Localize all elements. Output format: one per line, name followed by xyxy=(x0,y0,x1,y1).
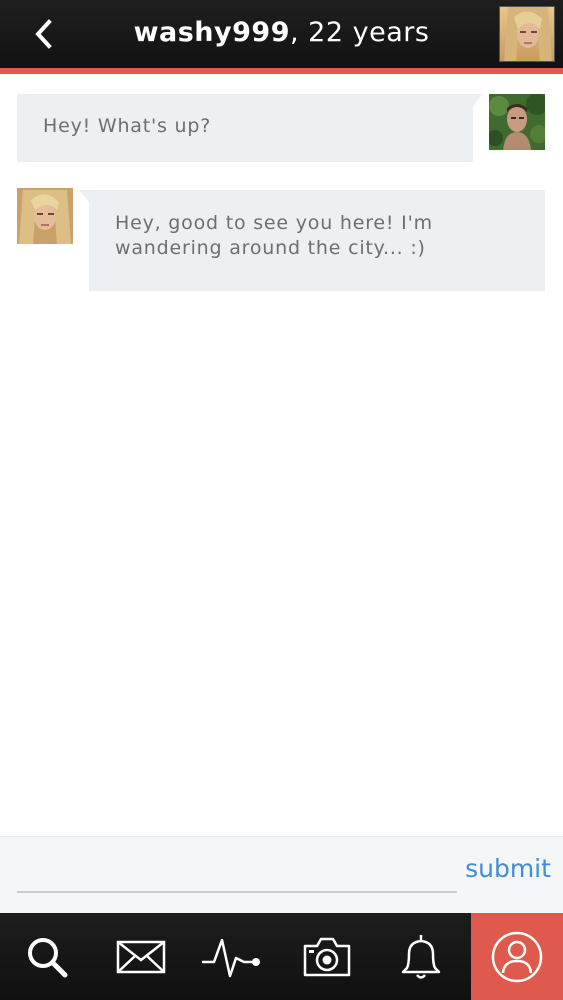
nav-profile[interactable] xyxy=(471,913,563,1000)
nav-activity[interactable] xyxy=(196,913,266,1000)
avatar-woman-image xyxy=(17,188,73,244)
my-avatar[interactable] xyxy=(489,94,545,150)
search-icon xyxy=(28,937,68,977)
top-bar: washy999, 22 years xyxy=(0,0,563,68)
header-avatar[interactable] xyxy=(499,6,555,62)
nav-search[interactable] xyxy=(14,913,80,1000)
sender-avatar[interactable] xyxy=(17,188,73,244)
camera-icon xyxy=(303,937,351,976)
activity-pulse-icon xyxy=(202,938,260,977)
bell-icon xyxy=(401,934,441,979)
chat-title: washy999, 22 years xyxy=(0,15,563,51)
message-composer: submit xyxy=(0,836,563,913)
bottom-nav xyxy=(0,913,563,1000)
avatar-man-image xyxy=(489,94,545,150)
chat-thread[interactable]: Hey! What's up? Hey, good to see you her… xyxy=(0,74,563,834)
message-input[interactable] xyxy=(17,849,457,893)
username: washy999 xyxy=(133,17,290,48)
profile-icon xyxy=(491,931,543,982)
age-text: , 22 years xyxy=(290,17,430,48)
message-text: Hey! What's up? xyxy=(43,115,212,137)
message-bubble-outgoing: Hey! What's up? xyxy=(17,94,483,162)
message-text: Hey, good to see you here! I'm wandering… xyxy=(115,212,433,259)
nav-camera[interactable] xyxy=(292,913,362,1000)
avatar-woman-image xyxy=(500,7,554,61)
envelope-icon xyxy=(116,940,166,973)
submit-button[interactable]: submit xyxy=(458,851,558,885)
nav-notifications[interactable] xyxy=(386,913,456,1000)
nav-messages[interactable] xyxy=(106,913,176,1000)
message-bubble-incoming: Hey, good to see you here! I'm wandering… xyxy=(79,190,545,291)
